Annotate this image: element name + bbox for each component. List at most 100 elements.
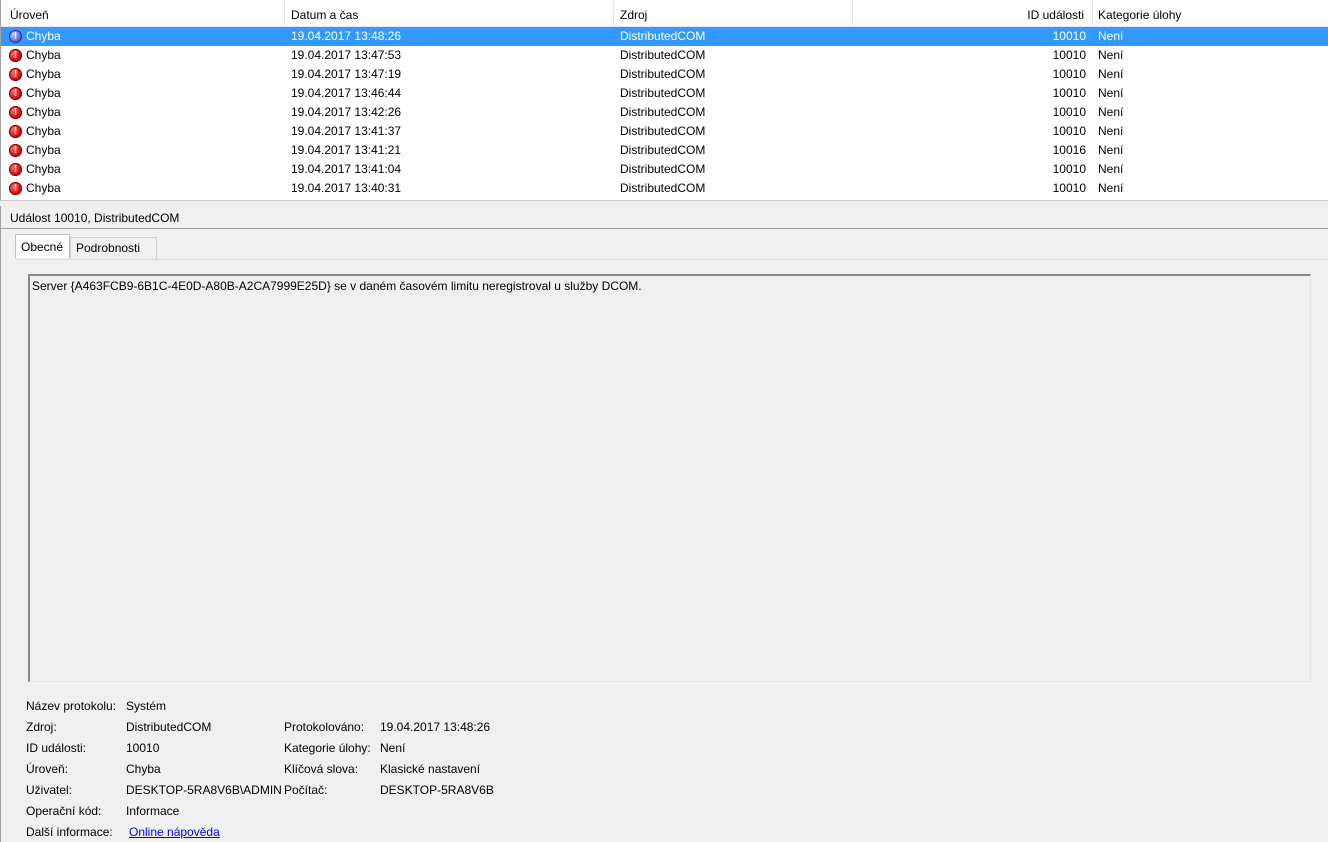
column-header-level[interactable]: Úroveň — [1, 0, 285, 26]
log-name-label: Název protokolu: — [26, 699, 117, 713]
user-label: Uživatel: — [26, 783, 73, 797]
category-cell: Není — [1098, 48, 1124, 62]
error-icon: ! — [9, 163, 22, 176]
source-cell: DistributedCOM — [620, 162, 706, 176]
logged-value: 19.04.2017 13:48:26 — [380, 720, 491, 734]
table-row[interactable]: ! Chyba 19.04.2017 13:41:04 DistributedCOM 1… — [1, 160, 1328, 179]
datetime-cell: 19.04.2017 13:41:37 — [291, 124, 402, 138]
event-id-label: ID události: — [26, 741, 87, 755]
source-cell: DistributedCOM — [620, 105, 706, 119]
error-icon: ! — [9, 125, 22, 138]
event-id-cell: 10010 — [1052, 105, 1086, 119]
event-id-cell: 10010 — [1052, 48, 1086, 62]
category-cell: Není — [1098, 105, 1124, 119]
general-tab-page: Server {A463FCB9-6B1C-4E0D-A80B-A2CA7999… — [15, 259, 1328, 842]
table-row[interactable]: ! Chyba 19.04.2017 13:46:44 DistributedCOM 1… — [1, 84, 1328, 103]
event-id-cell: 10010 — [1052, 162, 1086, 176]
error-icon: ! — [9, 87, 22, 100]
task-category-value: Není — [380, 741, 406, 755]
tab-details[interactable]: Podrobnosti — [70, 237, 157, 259]
log-name-value: Systém — [126, 699, 167, 713]
category-cell: Není — [1098, 86, 1124, 100]
event-id-cell: 10010 — [1052, 124, 1086, 138]
category-cell: Není — [1098, 124, 1124, 138]
event-message-box[interactable]: Server {A463FCB9-6B1C-4E0D-A80B-A2CA7999… — [28, 274, 1311, 682]
event-list[interactable]: Úroveň Datum a čas Zdroj ID události Kat… — [0, 0, 1328, 200]
computer-label: Počítač: — [284, 783, 328, 797]
level-cell: ! Chyba — [9, 179, 61, 198]
category-cell: Není — [1098, 29, 1124, 43]
table-row[interactable]: ! Chyba 19.04.2017 13:48:26 DistributedCOM 1… — [1, 27, 1328, 46]
level-cell: ! Chyba — [9, 27, 61, 46]
event-id-cell: 10010 — [1052, 86, 1086, 100]
logged-label: Protokolováno: — [284, 720, 365, 734]
error-icon: ! — [9, 106, 22, 119]
level-text: Chyba — [26, 29, 61, 43]
source-value: DistributedCOM — [126, 720, 212, 734]
category-cell: Není — [1098, 181, 1124, 195]
opcode-value: Informace — [126, 804, 180, 818]
table-row[interactable]: ! Chyba 19.04.2017 13:40:31 DistributedCOM 1… — [1, 179, 1328, 198]
level-text: Chyba — [26, 105, 61, 119]
source-cell: DistributedCOM — [620, 143, 706, 157]
source-cell: DistributedCOM — [620, 181, 706, 195]
event-id-cell: 10010 — [1052, 181, 1086, 195]
level-text: Chyba — [26, 48, 61, 62]
event-id-cell: 10016 — [1052, 143, 1086, 157]
column-header-source[interactable]: Zdroj — [614, 0, 853, 26]
column-header-event-id[interactable]: ID události — [853, 0, 1093, 26]
table-row[interactable]: ! Chyba 19.04.2017 13:47:53 DistributedCOM 1… — [1, 46, 1328, 65]
category-cell: Není — [1098, 67, 1124, 81]
source-label: Zdroj: — [26, 720, 57, 734]
level-cell: ! Chyba — [9, 141, 61, 160]
datetime-cell: 19.04.2017 13:40:31 — [291, 181, 402, 195]
event-list-header: Úroveň Datum a čas Zdroj ID události Kat… — [1, 0, 1328, 27]
table-row[interactable]: ! Chyba 19.04.2017 13:42:26 DistributedCOM 1… — [1, 103, 1328, 122]
level-text: Chyba — [26, 143, 61, 157]
tab-general[interactable]: Obecné — [15, 234, 70, 258]
keywords-value: Klasické nastavení — [380, 762, 481, 776]
datetime-cell: 19.04.2017 13:47:53 — [291, 48, 402, 62]
source-cell: DistributedCOM — [620, 29, 706, 43]
level-text: Chyba — [26, 162, 61, 176]
opcode-label: Operační kód: — [26, 804, 102, 818]
level-text: Chyba — [26, 181, 61, 195]
task-category-label: Kategorie úlohy: — [284, 741, 371, 755]
level-text: Chyba — [26, 67, 61, 81]
level-cell: ! Chyba — [9, 122, 61, 141]
column-header-datetime[interactable]: Datum a čas — [285, 0, 614, 26]
error-icon: ! — [9, 144, 22, 157]
table-row[interactable]: ! Chyba 19.04.2017 13:41:21 DistributedCOM 1… — [1, 141, 1328, 160]
error-icon: ! — [9, 182, 22, 195]
datetime-cell: 19.04.2017 13:41:21 — [291, 143, 402, 157]
online-help-link[interactable]: Online nápověda — [129, 823, 220, 841]
error-icon: ! — [9, 49, 22, 62]
datetime-cell: 19.04.2017 13:42:26 — [291, 105, 402, 119]
column-header-category[interactable]: Kategorie úlohy — [1093, 0, 1328, 26]
table-row[interactable]: ! Chyba 19.04.2017 13:41:37 DistributedCOM 1… — [1, 122, 1328, 141]
category-cell: Není — [1098, 162, 1124, 176]
error-icon: ! — [9, 68, 22, 81]
level-value: Chyba — [126, 762, 161, 776]
event-id-cell: 10010 — [1052, 67, 1086, 81]
source-cell: DistributedCOM — [620, 86, 706, 100]
level-text: Chyba — [26, 124, 61, 138]
level-text: Chyba — [26, 86, 61, 100]
datetime-cell: 19.04.2017 13:47:19 — [291, 67, 402, 81]
level-cell: ! Chyba — [9, 46, 61, 65]
level-cell: ! Chyba — [9, 103, 61, 122]
event-id-value: 10010 — [126, 741, 160, 755]
datetime-cell: 19.04.2017 13:48:26 — [291, 29, 402, 43]
error-icon: ! — [9, 30, 22, 43]
datetime-cell: 19.04.2017 13:41:04 — [291, 162, 402, 176]
category-cell: Není — [1098, 143, 1124, 157]
event-detail-pane: Událost 10010, DistributedCOM Obecné Pod… — [0, 206, 1328, 842]
detail-title: Událost 10010, DistributedCOM — [10, 211, 180, 225]
title-divider — [1, 228, 1328, 229]
source-cell: DistributedCOM — [620, 67, 706, 81]
level-cell: ! Chyba — [9, 84, 61, 103]
level-cell: ! Chyba — [9, 160, 61, 179]
table-row[interactable]: ! Chyba 19.04.2017 13:47:19 DistributedCOM 1… — [1, 65, 1328, 84]
datetime-cell: 19.04.2017 13:46:44 — [291, 86, 402, 100]
source-cell: DistributedCOM — [620, 124, 706, 138]
